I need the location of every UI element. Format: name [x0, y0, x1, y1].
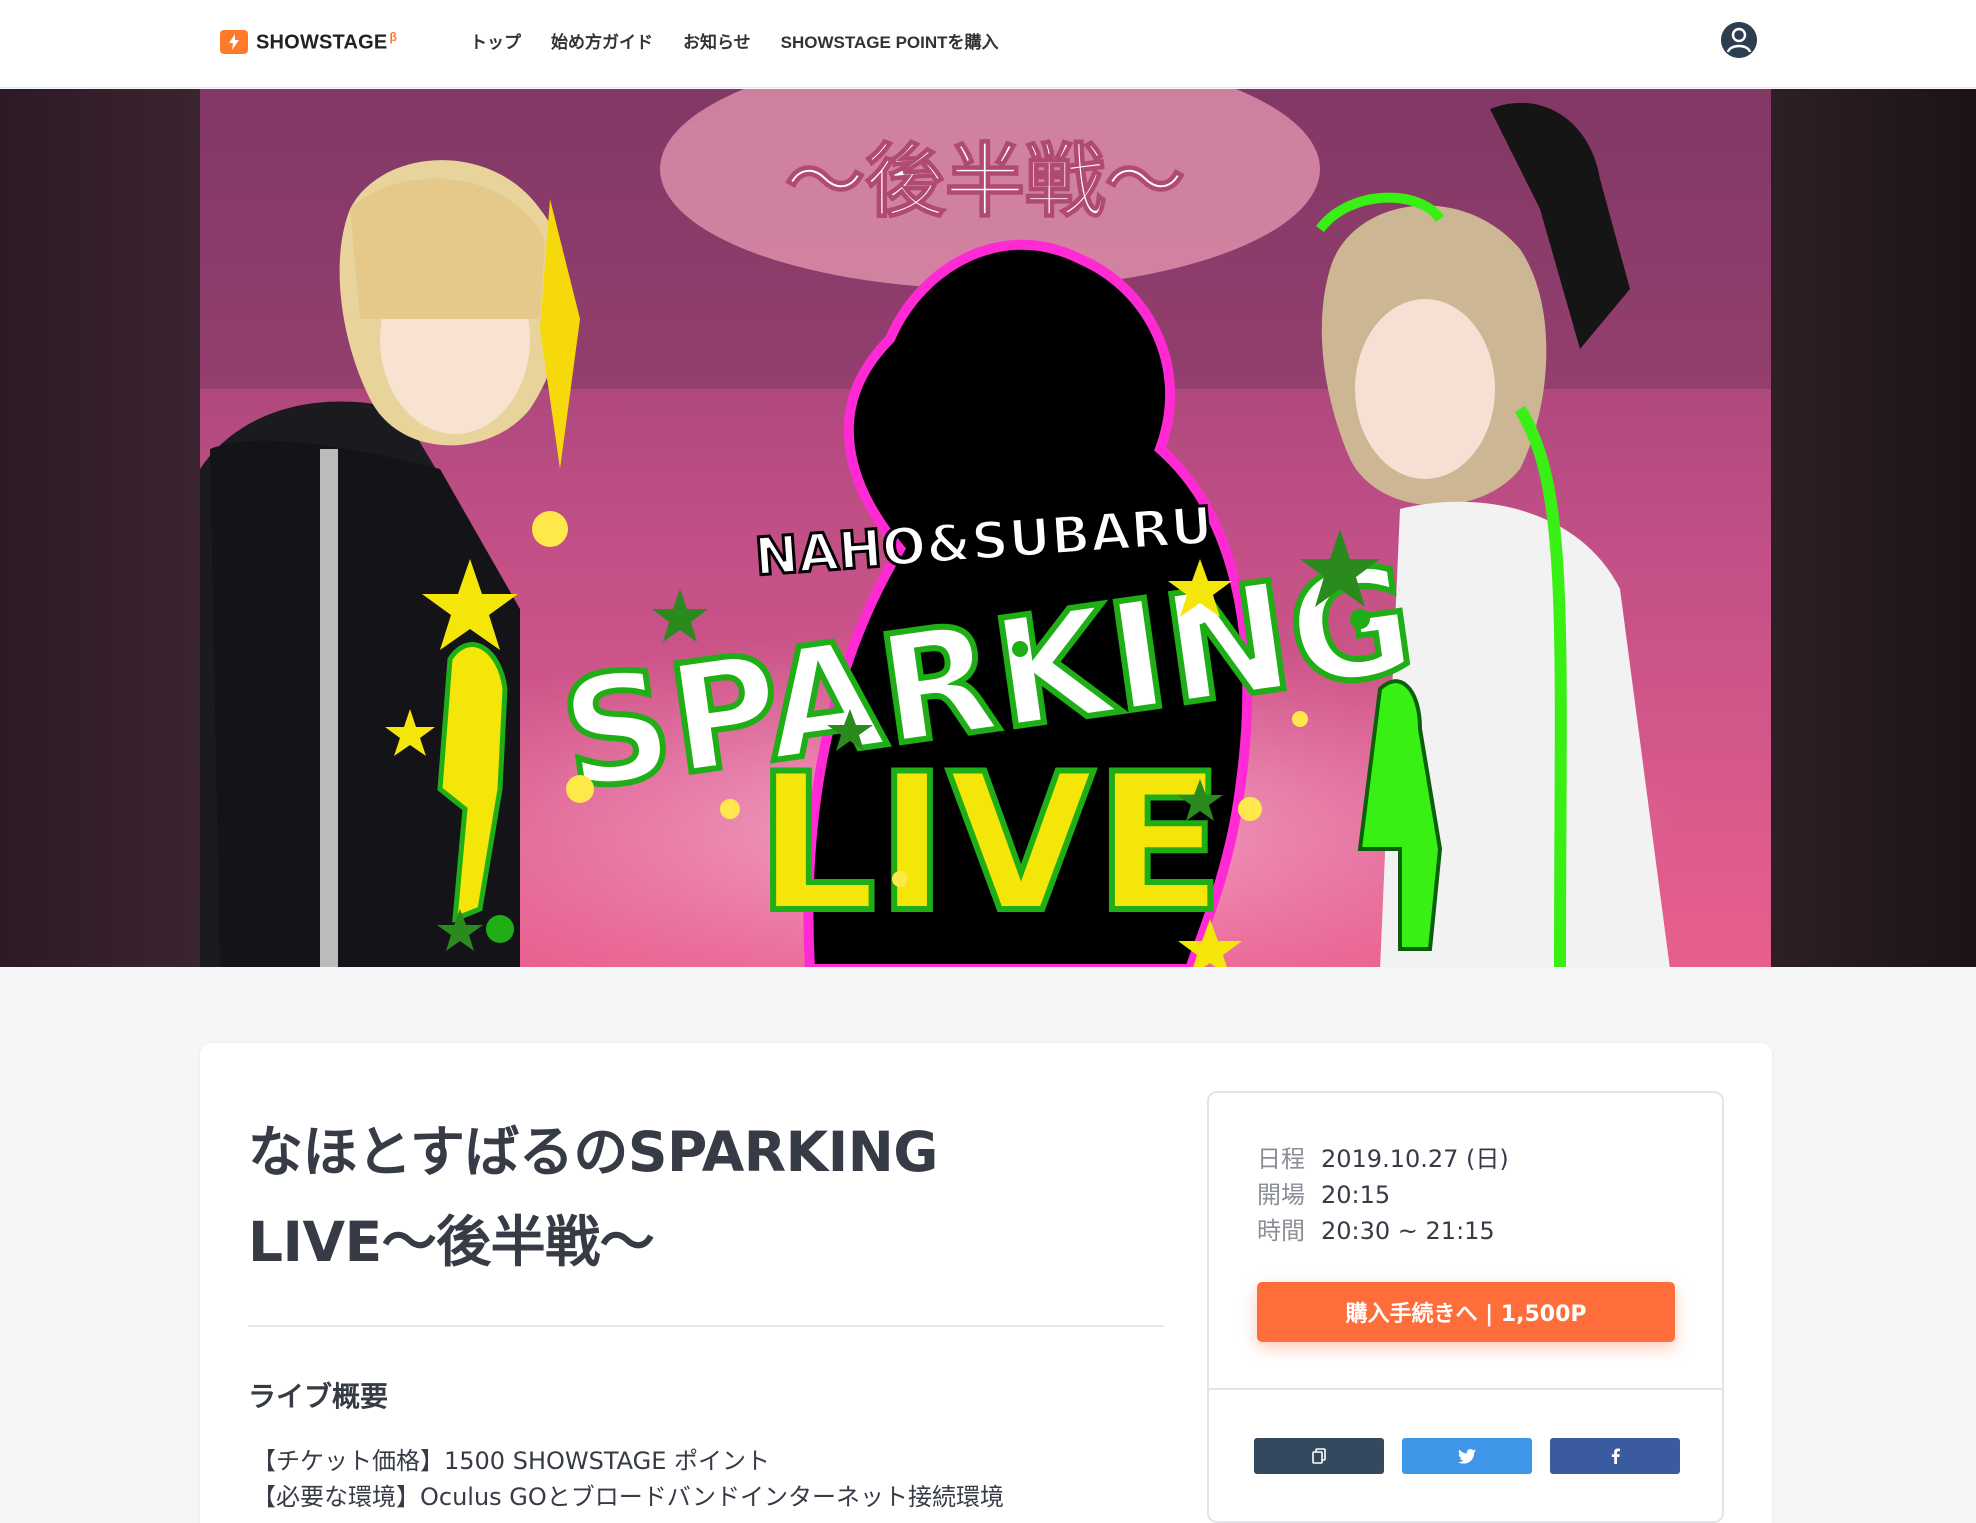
user-avatar-icon[interactable]: [1721, 22, 1757, 58]
title-divider: [248, 1325, 1164, 1327]
time-label: 時間: [1257, 1217, 1305, 1245]
copy-icon: [1312, 1448, 1326, 1464]
date-value: 2019.10.27 (日): [1321, 1145, 1509, 1173]
time-row: 時間 20:30 ~ 21:15: [1257, 1213, 1509, 1249]
live-summary-heading: ライブ概要: [248, 1380, 389, 1413]
logo-text: SHOWSTAGE β: [256, 30, 397, 54]
event-key-visual: 〜後半戦〜 NAHO&SUBARU SPARKING LIVE: [200, 89, 1771, 967]
hero-blur-left: [0, 89, 200, 967]
banner-live-text: LIVE: [756, 733, 1225, 954]
required-env-line: 【必要な環境】Oculus GOとブロードバンドインターネット接続環境: [252, 1483, 1004, 1511]
banner-top-text: 〜後半戦〜: [785, 134, 1185, 228]
facebook-icon: [1611, 1448, 1620, 1464]
facebook-share-button[interactable]: [1550, 1438, 1680, 1474]
nav-buy-points[interactable]: SHOWSTAGE POINTを購入: [781, 28, 999, 53]
time-value: 20:30 ~ 21:15: [1321, 1217, 1495, 1245]
nav-top[interactable]: トップ: [470, 28, 521, 53]
schedule-info: 日程 2019.10.27 (日) 開場 20:15 時間 20:30 ~ 21…: [1257, 1141, 1509, 1249]
purchase-button[interactable]: 購入手続きへ | 1,500P: [1257, 1282, 1675, 1342]
ticket-panel: 日程 2019.10.27 (日) 開場 20:15 時間 20:30 ~ 21…: [1207, 1091, 1724, 1523]
hero-banner: 〜後半戦〜 NAHO&SUBARU SPARKING LIVE: [0, 89, 1976, 967]
hero-blur-right: [1770, 89, 1976, 967]
showstage-logo[interactable]: SHOWSTAGE β: [220, 30, 397, 55]
open-label: 開場: [1257, 1181, 1305, 1209]
open-value: 20:15: [1321, 1181, 1391, 1209]
lightning-icon: [220, 30, 248, 55]
top-header: SHOWSTAGE β トップ 始め方ガイド お知らせ SHOWSTAGE POI…: [0, 0, 1976, 88]
copy-link-button[interactable]: [1254, 1438, 1384, 1474]
nav-guide[interactable]: 始め方ガイド: [551, 28, 653, 53]
open-row: 開場 20:15: [1257, 1177, 1509, 1213]
twitter-share-button[interactable]: [1402, 1438, 1532, 1474]
date-label: 日程: [1257, 1145, 1305, 1173]
live-summary-text: 【チケット価格】1500 SHOWSTAGE ポイント 【必要な環境】Oculu…: [252, 1443, 1004, 1515]
event-detail-card: なほとすばるのSPARKING LIVE〜後半戦〜 ライブ概要 【チケット価格】…: [200, 1043, 1772, 1523]
panel-divider: [1209, 1388, 1722, 1390]
date-row: 日程 2019.10.27 (日): [1257, 1141, 1509, 1177]
twitter-icon: [1458, 1448, 1476, 1464]
main-nav: トップ 始め方ガイド お知らせ SHOWSTAGE POINTを購入: [470, 28, 999, 53]
event-title: なほとすばるのSPARKING LIVE〜後半戦〜: [248, 1120, 938, 1274]
nav-news[interactable]: お知らせ: [683, 28, 751, 53]
ticket-price-line: 【チケット価格】1500 SHOWSTAGE ポイント: [252, 1447, 771, 1475]
